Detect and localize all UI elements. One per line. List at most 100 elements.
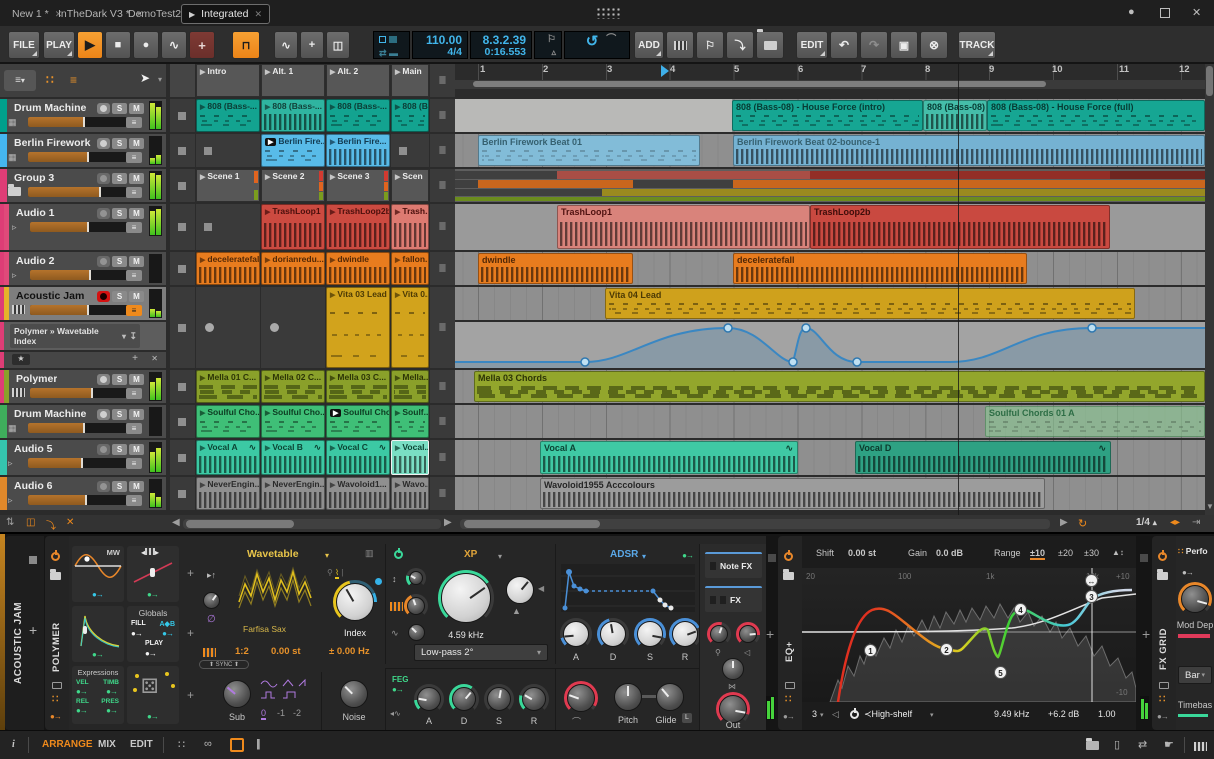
arm-button[interactable] xyxy=(97,291,110,302)
feg-r-knob[interactable] xyxy=(522,687,546,711)
duplicate-button[interactable]: ▣ xyxy=(890,31,918,59)
arranger-track-lane[interactable]: 808 (Bass-08) - House Force (intro) 808 … xyxy=(455,99,1205,132)
row-menu[interactable]: ≣ xyxy=(430,252,455,285)
clip-slot[interactable]: ▶ NeverEngin... xyxy=(261,477,325,510)
range-30[interactable]: ±30 xyxy=(1084,548,1099,558)
sub-oct-1[interactable]: -1 xyxy=(277,708,285,718)
timeline-ruler[interactable]: 1 2 3 4 5 6 7 8 9 10 11 12 xyxy=(455,64,1205,80)
mod-amount-bar[interactable] xyxy=(1178,634,1210,638)
empty-slot[interactable] xyxy=(196,134,260,167)
track-menu-icon[interactable]: ≡ xyxy=(126,117,142,128)
device-name[interactable]: EQ+ xyxy=(784,602,795,662)
arranger-clip[interactable]: 808 (Bass-08) - House Force (full) xyxy=(987,100,1205,131)
vel-label[interactable]: VEL xyxy=(76,679,89,686)
mod-arrow-icon[interactable]: ●→ xyxy=(147,590,159,599)
band-q[interactable]: 1.00 xyxy=(1098,709,1116,719)
arranger-clip[interactable]: 808 (Bass-08) xyxy=(923,100,987,131)
chevron-down-icon[interactable]: ▾ xyxy=(498,552,502,561)
clip-launcher-toggle-icon[interactable] xyxy=(230,738,244,752)
mod-out-icon[interactable]: ●→ xyxy=(50,712,62,721)
info-icon[interactable]: i xyxy=(12,739,15,750)
metronome-icon[interactable]: ▵ xyxy=(540,46,556,58)
clip-slot[interactable]: ▶ TrashLoop1 xyxy=(261,204,325,250)
empty-armed-slot[interactable] xyxy=(261,287,325,368)
arranger-track-lane[interactable]: Soulful Chords 01 A xyxy=(455,405,1205,438)
clip-slot[interactable]: ▶ deceleratefall xyxy=(196,252,260,285)
track-menu-icon[interactable]: ≡ xyxy=(126,270,142,281)
solo-band-icon[interactable]: ▲↕ xyxy=(1112,548,1124,557)
automation-lane-header[interactable]: Polymer » Wavetable Index ▾ ↧ xyxy=(0,322,166,350)
group-scene-slot[interactable]: ▶ Scene 3 xyxy=(326,169,390,202)
arranger-track-lane[interactable]: Wavoloid1955 Acccolours xyxy=(455,477,1205,510)
play-icon[interactable]: ▶ xyxy=(200,69,205,76)
note-fx-slot[interactable]: Note FX xyxy=(705,552,762,578)
volume-fader[interactable] xyxy=(28,495,127,505)
row-menu[interactable]: ≣ xyxy=(430,405,455,438)
onscreen-keyboard-icon[interactable] xyxy=(1194,742,1207,751)
time-value[interactable]: 0:16.553 xyxy=(476,46,526,58)
row-menu[interactable]: ≣ xyxy=(430,370,455,403)
punch-display[interactable]: ⚐ ▵ xyxy=(534,31,562,59)
osc-type-label[interactable]: Wavetable xyxy=(247,548,299,560)
env-amount-knob[interactable] xyxy=(407,597,425,615)
close-window-icon[interactable]: ✕ xyxy=(1192,6,1201,19)
empty-armed-slot[interactable] xyxy=(196,287,260,368)
arranger-clip[interactable]: TrashLoop1 xyxy=(557,205,810,249)
cutoff-value[interactable]: 4.59 kHz xyxy=(438,630,494,640)
follow-icon[interactable]: ⤵ xyxy=(46,517,56,532)
add-modulator-icon[interactable]: + xyxy=(187,626,194,640)
dual-view-icon[interactable]: ◫ xyxy=(26,517,35,528)
loop-display[interactable]: ↺ ⌒ xyxy=(564,31,630,59)
mod-arrow-icon[interactable]: ●→ xyxy=(162,629,174,638)
solo-button[interactable]: S xyxy=(112,138,127,149)
add-marker-flag-button[interactable]: ⚐ xyxy=(696,31,724,59)
automation-write-button[interactable]: ∿ xyxy=(161,31,187,59)
preset-folder-icon[interactable] xyxy=(1157,569,1168,580)
track-menu-icon[interactable]: ≡ xyxy=(126,423,142,434)
arrange-tab[interactable]: ARRANGE xyxy=(42,739,93,750)
band-freq[interactable]: 9.49 kHz xyxy=(994,709,1030,719)
mod-random-cell[interactable]: ⚄ ●→ xyxy=(127,666,179,724)
detune-value[interactable]: 0.00 st xyxy=(271,646,301,657)
mod-arrow-icon[interactable]: ●→ xyxy=(145,649,157,658)
track-header[interactable]: Audio 5 S M ▹ ≡ xyxy=(0,440,166,475)
mod-arrow-icon[interactable]: ●→ xyxy=(92,590,104,599)
arm-button[interactable] xyxy=(97,374,110,385)
launcher-record-button[interactable]: ⊓ xyxy=(232,31,260,59)
collapse-icon[interactable] xyxy=(768,554,776,562)
clip-slot[interactable]: ▶ Vocal C ∿ xyxy=(326,440,390,475)
track-menu-icon[interactable]: ≡ xyxy=(126,388,142,399)
row-menu[interactable]: ≣ xyxy=(430,477,455,510)
mod-out-icon[interactable]: ●→ xyxy=(1157,712,1169,721)
band-count[interactable]: 3 xyxy=(812,709,817,719)
scene-header[interactable]: ▶ Alt. 2 xyxy=(326,64,390,97)
sub-knob[interactable] xyxy=(223,680,251,708)
solo-button[interactable]: S xyxy=(112,256,127,267)
inspector-icon[interactable]: ▯ xyxy=(1114,738,1120,751)
resonance-knob[interactable] xyxy=(506,576,534,604)
track-menu-icon[interactable]: ≡ xyxy=(126,152,142,163)
row-menu[interactable]: ≣ xyxy=(430,134,455,167)
arranger-scrollbar[interactable] xyxy=(460,519,1050,529)
arranger-clip[interactable]: 808 (Bass-08) - House Force (intro) xyxy=(732,100,923,131)
edit-menu-button[interactable]: EDIT xyxy=(796,31,828,59)
row-menu[interactable]: ≣ xyxy=(430,440,455,475)
cutoff-knob[interactable] xyxy=(441,573,491,623)
mixer-view-icon[interactable]: ∷ xyxy=(46,73,54,87)
solo-button[interactable]: S xyxy=(112,208,127,219)
eq-point-3[interactable]: 3 xyxy=(1085,590,1098,603)
arranger-track-lane[interactable]: Vocal A ∿ Vocal D ∿ xyxy=(455,440,1205,475)
clip-slot[interactable]: ▶ 808 (Bass-... xyxy=(326,99,390,132)
scene-header[interactable]: ▶ Main xyxy=(391,64,429,97)
track-list-menu-button[interactable]: ≡▾ xyxy=(4,70,36,91)
arranger-clip[interactable]: TrashLoop2b xyxy=(810,205,1110,249)
amp-s-knob[interactable] xyxy=(637,621,663,647)
add-marker-button[interactable]: + xyxy=(300,31,324,59)
clip-slot[interactable]: ▶ Soulful Cho... xyxy=(261,405,325,438)
track-menu-icon[interactable]: ≡ xyxy=(126,495,142,506)
playhead-line[interactable] xyxy=(958,64,959,515)
volume-fader[interactable] xyxy=(28,187,127,197)
volume-fader[interactable] xyxy=(30,388,129,398)
track-header[interactable]: Drum Machine S M ▦ ≡ xyxy=(0,99,166,132)
fx-slot[interactable]: FX xyxy=(705,586,762,612)
